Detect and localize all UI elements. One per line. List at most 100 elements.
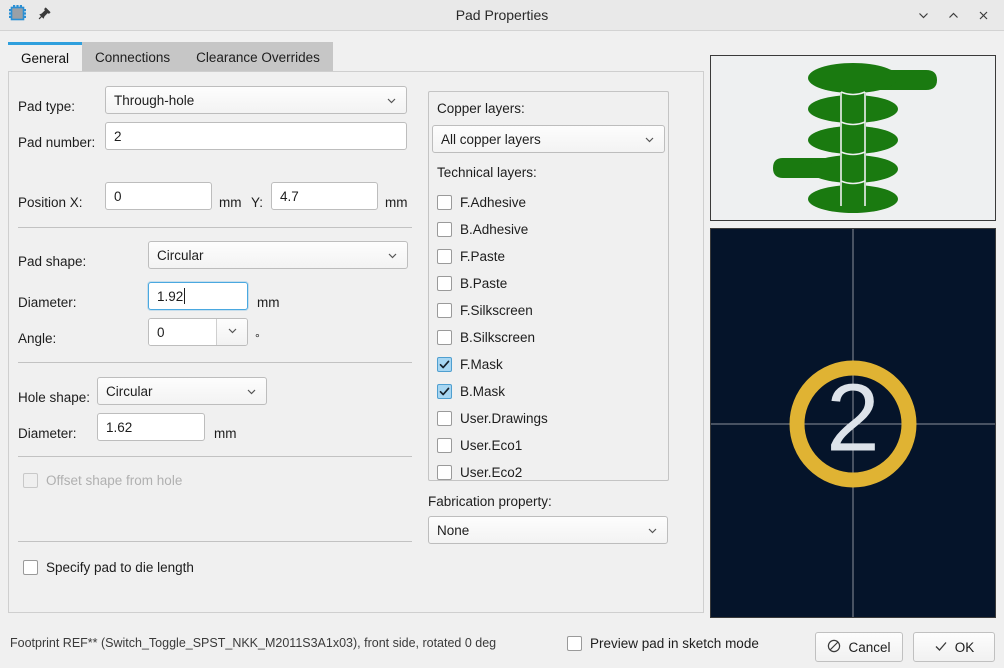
pad-number-value: 2	[114, 128, 122, 144]
checkbox-box	[437, 465, 452, 480]
checkbox-box	[437, 357, 452, 372]
checkbox-box	[437, 249, 452, 264]
position-y-unit: mm	[385, 194, 408, 210]
die-length-checkbox[interactable]: Specify pad to die length	[23, 560, 194, 575]
hole-diameter-value: 1.62	[106, 419, 133, 435]
technical-layer-item[interactable]: B.Adhesive	[437, 216, 662, 243]
checkbox-box	[437, 276, 452, 291]
pad-number-label: Pad number:	[18, 134, 96, 150]
checkbox-box	[437, 195, 452, 210]
position-x-label: Position X:	[18, 194, 83, 210]
pad-diameter-unit: mm	[257, 294, 280, 310]
technical-layer-item[interactable]: F.Paste	[437, 243, 662, 270]
technical-layer-label: F.Silkscreen	[460, 303, 533, 318]
pad-diameter-input[interactable]: 1.92	[148, 282, 248, 310]
technical-layer-item[interactable]: F.Adhesive	[437, 189, 662, 216]
title-bar: Pad Properties	[0, 0, 1004, 31]
pad-shape-label: Pad shape:	[18, 253, 87, 269]
technical-layer-item[interactable]: F.Silkscreen	[437, 297, 662, 324]
ok-button[interactable]: OK	[913, 632, 995, 662]
position-y-input[interactable]: 4.7	[271, 182, 378, 210]
checkbox-box	[437, 411, 452, 426]
technical-layer-item[interactable]: User.Eco1	[437, 432, 662, 459]
pad-diameter-label: Diameter:	[18, 294, 77, 310]
tab-connections[interactable]: Connections	[82, 42, 184, 72]
technical-layer-label: B.Silkscreen	[460, 330, 536, 345]
technical-layer-item[interactable]: B.Silkscreen	[437, 324, 662, 351]
pin-icon[interactable]	[37, 6, 52, 24]
checkbox-box	[567, 636, 582, 651]
sketch-mode-label: Preview pad in sketch mode	[590, 636, 759, 651]
chevron-down-icon	[226, 324, 239, 340]
pad-stackup-preview	[710, 55, 996, 221]
position-y-value: 4.7	[280, 188, 299, 204]
copper-layers-value: All copper layers	[441, 131, 541, 147]
fabrication-property-label: Fabrication property:	[428, 494, 552, 509]
tab-clearance-overrides[interactable]: Clearance Overrides	[183, 42, 333, 72]
stackup-diagram	[773, 63, 937, 213]
checkbox-box	[23, 473, 38, 488]
technical-layer-item[interactable]: User.Drawings	[437, 405, 662, 432]
angle-value-field[interactable]: 0	[149, 319, 216, 345]
hole-shape-label: Hole shape:	[18, 389, 91, 405]
angle-combo[interactable]: 0	[148, 318, 248, 346]
pad-shape-select[interactable]: Circular	[148, 241, 408, 269]
minimize-button[interactable]	[908, 2, 938, 28]
technical-layer-label: User.Eco1	[460, 438, 523, 453]
offset-shape-label: Offset shape from hole	[46, 473, 183, 488]
position-x-value: 0	[114, 188, 122, 204]
checkbox-box	[437, 222, 452, 237]
technical-layers-list: F.Adhesive B.Adhesive F.Paste B.Paste F.Silk…	[437, 189, 662, 486]
technical-layers-label: Technical layers:	[437, 165, 537, 180]
angle-label: Angle:	[18, 330, 57, 346]
pad-canvas: 2	[711, 229, 995, 617]
text-caret	[184, 288, 186, 304]
chevron-down-icon	[646, 524, 659, 537]
separator-hole	[18, 456, 412, 457]
hole-diameter-input[interactable]: 1.62	[97, 413, 205, 441]
technical-layer-label: F.Mask	[460, 357, 503, 372]
cancel-button[interactable]: Cancel	[815, 632, 903, 662]
footprint-status-text: Footprint REF** (Switch_Toggle_SPST_NKK_…	[10, 636, 497, 650]
kicad-pcb-icon	[8, 4, 27, 26]
chevron-down-icon	[386, 249, 399, 262]
fabrication-property-value: None	[437, 522, 470, 538]
window-title: Pad Properties	[455, 7, 549, 23]
checkbox-box	[437, 330, 452, 345]
tab-clearance-overrides-label: Clearance Overrides	[196, 49, 320, 65]
technical-layer-item[interactable]: B.Paste	[437, 270, 662, 297]
chevron-down-icon	[643, 133, 656, 146]
technical-layer-label: B.Mask	[460, 384, 506, 399]
tab-general[interactable]: General	[8, 42, 83, 72]
pad-number-overlay: 2	[826, 364, 879, 471]
check-icon	[934, 639, 948, 656]
tab-general-label: General	[21, 51, 70, 66]
copper-layers-label: Copper layers:	[437, 101, 525, 116]
pad-canvas-preview[interactable]: 2	[710, 228, 996, 618]
angle-dropdown-button[interactable]	[216, 319, 247, 345]
sketch-mode-checkbox[interactable]: Preview pad in sketch mode	[567, 636, 759, 651]
technical-layer-item[interactable]: B.Mask	[437, 378, 662, 405]
maximize-button[interactable]	[938, 2, 968, 28]
angle-value: 0	[157, 324, 165, 340]
separator-shape	[18, 362, 412, 363]
technical-layer-item[interactable]: F.Mask	[437, 351, 662, 378]
hole-shape-select[interactable]: Circular	[97, 377, 267, 405]
pad-type-select[interactable]: Through-hole	[105, 86, 407, 114]
technical-layer-item[interactable]: User.Eco2	[437, 459, 662, 486]
close-button[interactable]	[968, 2, 998, 28]
pad-number-input[interactable]: 2	[105, 122, 407, 150]
hole-diameter-unit: mm	[214, 425, 237, 441]
fabrication-property-select[interactable]: None	[428, 516, 668, 544]
chevron-down-icon	[385, 94, 398, 107]
technical-layer-label: B.Adhesive	[460, 222, 529, 237]
technical-layer-label: F.Paste	[460, 249, 506, 264]
offset-shape-checkbox[interactable]: Offset shape from hole	[23, 473, 182, 488]
separator-position	[18, 227, 412, 228]
technical-layer-label: User.Drawings	[460, 411, 548, 426]
pad-diameter-value: 1.92	[157, 288, 184, 304]
copper-layers-select[interactable]: All copper layers	[432, 125, 665, 153]
hole-shape-value: Circular	[106, 383, 153, 399]
position-x-input[interactable]: 0	[105, 182, 212, 210]
technical-layer-label: B.Paste	[460, 276, 508, 291]
